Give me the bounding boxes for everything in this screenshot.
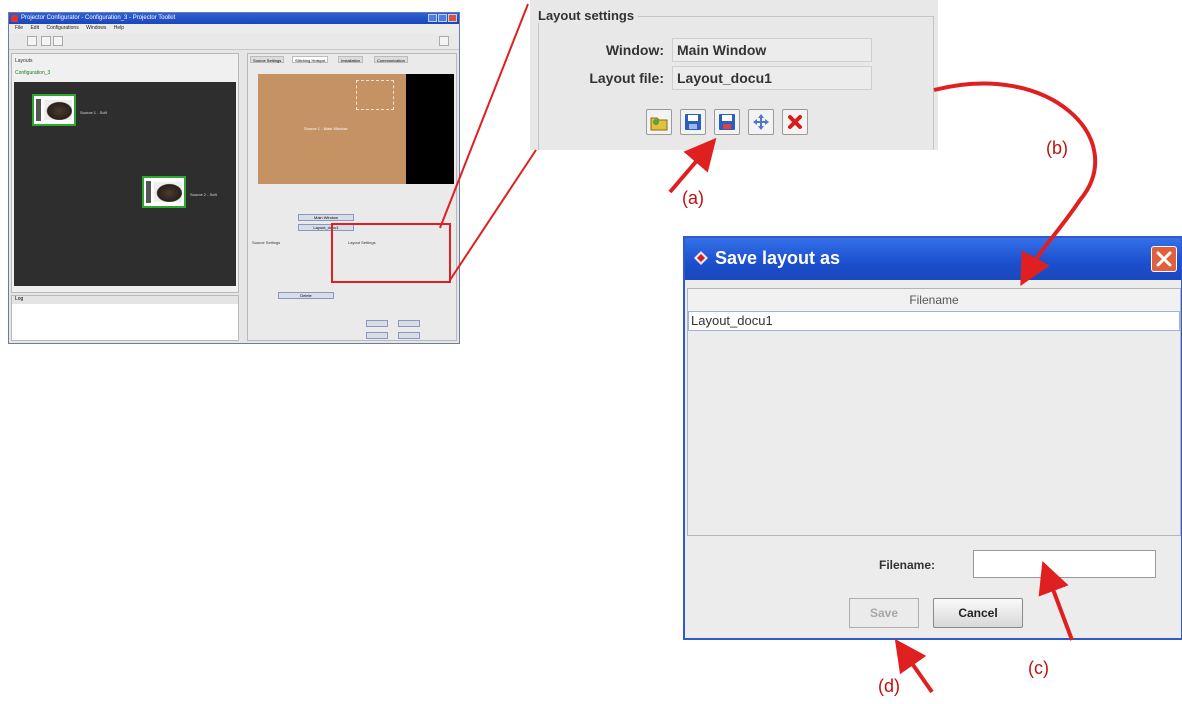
height-input[interactable] <box>398 332 420 339</box>
column-header-filename[interactable]: Filename <box>688 289 1180 312</box>
source-image <box>154 182 182 202</box>
table-row[interactable]: Layout_docu1 <box>688 311 1180 331</box>
layout-settings-zoom: Layout settings Window: Main Window Layo… <box>530 0 938 150</box>
preview-area[interactable]: Source 1 - Main Window <box>258 74 454 184</box>
zoom-line-bottom <box>449 149 537 281</box>
minimize-button[interactable] <box>428 14 437 22</box>
move-icon[interactable] <box>748 109 774 135</box>
app-titlebar: Projector Configurator - Configuration_3… <box>9 13 459 24</box>
app-menubar: File Edit Configurations Windows Help <box>9 24 459 33</box>
source-image <box>44 100 72 120</box>
layout-file-value: Layout_docu1 <box>672 66 872 90</box>
save-button[interactable]: Save <box>849 598 919 628</box>
tab-communication[interactable]: Communication <box>374 56 408 63</box>
arrow-d <box>894 638 934 694</box>
menu-help[interactable]: Help <box>114 25 124 31</box>
window-value: Main Window <box>672 38 872 62</box>
dialog-titlebar: Save layout as <box>685 238 1181 280</box>
source-label: Source 1 - Soft <box>80 110 107 115</box>
toolbar-add-icon[interactable] <box>41 36 51 46</box>
layout-canvas[interactable]: Source 1 - Soft Source 2 - Soft <box>14 82 236 286</box>
callout-d: (d) <box>878 676 900 696</box>
source-bar <box>36 99 41 121</box>
preview-label: Source 1 - Main Window <box>304 126 348 131</box>
cancel-button[interactable]: Cancel <box>933 598 1023 628</box>
close-button[interactable] <box>448 14 457 22</box>
section-source-settings: Source Settings <box>252 240 281 245</box>
toolbar-new-icon[interactable] <box>27 36 37 46</box>
menu-file[interactable]: File <box>15 25 23 31</box>
top-input[interactable] <box>366 332 388 339</box>
tab-installation[interactable]: Installation <box>338 56 364 63</box>
tab-stitching[interactable]: Stitching Hotspot <box>292 56 329 63</box>
tab-source-settings[interactable]: Source Settings <box>250 56 285 63</box>
layout-settings-legend: Layout settings <box>534 8 639 23</box>
toolbar-remove-icon[interactable] <box>53 36 63 46</box>
filename-input[interactable] <box>973 550 1156 578</box>
app-logo-icon <box>694 251 708 265</box>
delete-button[interactable]: Delete <box>278 292 334 299</box>
dialog-close-button[interactable] <box>1151 246 1177 272</box>
window-label: Window: <box>605 42 664 58</box>
callout-c: (c) <box>1028 658 1049 678</box>
callout-b: (b) <box>1046 138 1068 158</box>
tab-layouts[interactable]: Layouts <box>15 58 33 64</box>
source-label: Source 2 - Soft <box>190 192 217 197</box>
menu-windows[interactable]: Windows <box>86 25 106 31</box>
log-header: Log <box>12 296 238 304</box>
app-title: Projector Configurator - Configuration_3… <box>21 15 176 21</box>
configuration-name: Configuration_3 <box>15 70 51 76</box>
toolbar-settings-icon[interactable] <box>439 36 449 46</box>
app-toolbar <box>9 33 459 50</box>
callout-a: (a) <box>682 188 704 208</box>
app-icon <box>11 15 18 22</box>
save-layout-dialog: Save layout as Filename Layout_docu1 Fil… <box>683 236 1182 640</box>
maximize-button[interactable] <box>438 14 447 22</box>
menu-configurations[interactable]: Configurations <box>46 25 78 31</box>
highlight-box <box>331 223 451 283</box>
projector-app-window: Projector Configurator - Configuration_3… <box>8 12 460 344</box>
filename-table: Filename Layout_docu1 <box>687 288 1181 536</box>
left-input[interactable] <box>366 320 388 327</box>
filename-label: Filename: <box>879 558 936 572</box>
width-input[interactable] <box>398 320 420 327</box>
dialog-title: Save layout as <box>715 248 841 268</box>
source-thumbnail-2[interactable]: Source 2 - Soft <box>142 176 217 208</box>
menu-edit[interactable]: Edit <box>30 25 39 31</box>
close-icon <box>1156 251 1172 267</box>
save-icon[interactable] <box>680 109 706 135</box>
settings-pane: Source Settings Stitching Hotspot Instal… <box>247 53 457 341</box>
preview-selection <box>356 80 394 110</box>
configuration-pane: Layouts Configuration_3 Source 1 - Soft … <box>11 53 239 293</box>
log-pane: Log <box>11 295 239 341</box>
save-as-icon[interactable] <box>714 109 740 135</box>
delete-icon[interactable] <box>782 109 808 135</box>
arrow-a <box>668 137 717 194</box>
main-window-button[interactable]: Main Window <box>298 214 354 221</box>
source-bar <box>146 181 151 203</box>
source-thumbnail-1[interactable]: Source 1 - Soft <box>32 94 107 126</box>
layout-file-label: Layout file: <box>589 70 664 86</box>
open-folder-icon[interactable] <box>646 109 672 135</box>
